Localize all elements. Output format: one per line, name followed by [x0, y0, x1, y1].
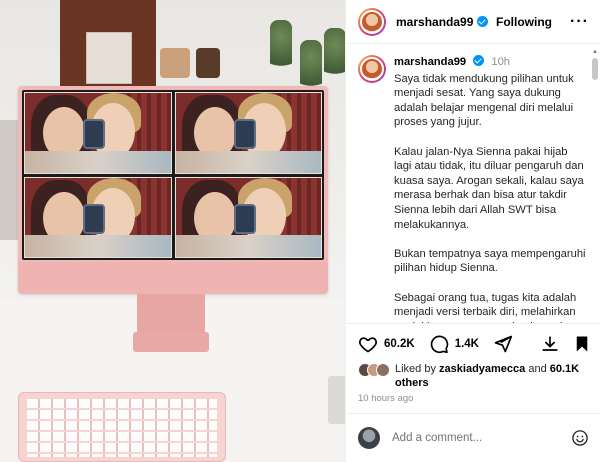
caption-body: marshanda99 10h Saya tidak mendukung pil…: [394, 55, 587, 323]
more-options-icon[interactable]: ···: [570, 13, 589, 30]
monitor-stand: [137, 294, 205, 334]
emoji-icon[interactable]: [571, 429, 589, 447]
heart-icon: [359, 336, 377, 352]
post-side-panel: marshanda99 Following ··· marshanda99 10…: [345, 0, 600, 462]
liked-by-prefix: Liked by: [395, 363, 436, 375]
liked-by-and: and: [528, 363, 547, 375]
background-basket: [160, 48, 190, 78]
bookmark-icon[interactable]: [573, 335, 591, 353]
background-bag: [196, 48, 220, 78]
screen-photo-tile: [24, 176, 172, 258]
post-timestamp[interactable]: 10 hours ago: [358, 393, 413, 404]
caption-paragraph: Saya tidak mendukung pilihan untuk menja…: [394, 72, 574, 129]
screen-photo-tile: [24, 92, 172, 174]
liker-avatars[interactable]: [358, 363, 390, 390]
verified-badge-icon: [473, 55, 485, 66]
share-icon: [494, 335, 513, 352]
caption-username[interactable]: marshanda99: [394, 56, 466, 68]
screen-photo-grid: [24, 92, 322, 258]
caption-paragraph: Sebagai orang tua, tugas kita adalah men…: [394, 291, 578, 324]
author-username[interactable]: marshanda99: [396, 15, 473, 29]
author-avatar[interactable]: [358, 7, 386, 36]
liked-by-user[interactable]: zaskiadyamecca: [439, 363, 525, 375]
comment-button[interactable]: 1.4K: [429, 334, 479, 354]
comment-input[interactable]: [392, 432, 552, 444]
following-button[interactable]: Following: [496, 15, 552, 29]
screen-photo-tile: [174, 176, 322, 258]
liked-by-text: Liked by zaskiadyamecca and 60.1K others: [395, 362, 598, 390]
background-shelf: [0, 120, 20, 240]
caption-area[interactable]: marshanda99 10h Saya tidak mendukung pil…: [346, 45, 600, 323]
background-sign: [86, 32, 132, 84]
like-button[interactable]: 60.2K: [358, 334, 415, 354]
background-plant: [270, 20, 292, 76]
liked-by-row: Liked by zaskiadyamecca and 60.1K others: [358, 362, 598, 390]
scroll-up-arrow-icon[interactable]: ▲: [592, 49, 598, 55]
background-plant: [324, 28, 345, 84]
background-device: [328, 376, 345, 424]
post-image[interactable]: [0, 0, 345, 462]
caption-author-avatar[interactable]: [358, 55, 386, 83]
action-bar: 60.2K 1.4K: [346, 323, 600, 363]
caption-paragraph: Kalau jalan-Nya Sienna pakai hijab lagi …: [394, 145, 584, 231]
comment-icon: [430, 335, 448, 353]
post-header: marshanda99 Following ···: [346, 0, 600, 44]
caption-timestamp[interactable]: 10h: [491, 56, 510, 68]
comments-count[interactable]: 1.4K: [455, 338, 479, 350]
monitor-chin: [18, 262, 328, 294]
verified-badge-icon: [477, 16, 489, 27]
caption-paragraph: Bukan tempatnya saya mempengaruhi piliha…: [394, 247, 586, 275]
viewer-avatar: [358, 427, 380, 449]
likes-count[interactable]: 60.2K: [384, 338, 415, 350]
download-icon[interactable]: [541, 335, 559, 353]
comment-bar: [346, 413, 600, 462]
keyboard: [18, 392, 226, 462]
screen-photo-tile: [174, 92, 322, 174]
caption-scrollbar[interactable]: [592, 58, 598, 80]
share-button[interactable]: [493, 334, 513, 354]
monitor-stand-foot: [133, 332, 209, 352]
